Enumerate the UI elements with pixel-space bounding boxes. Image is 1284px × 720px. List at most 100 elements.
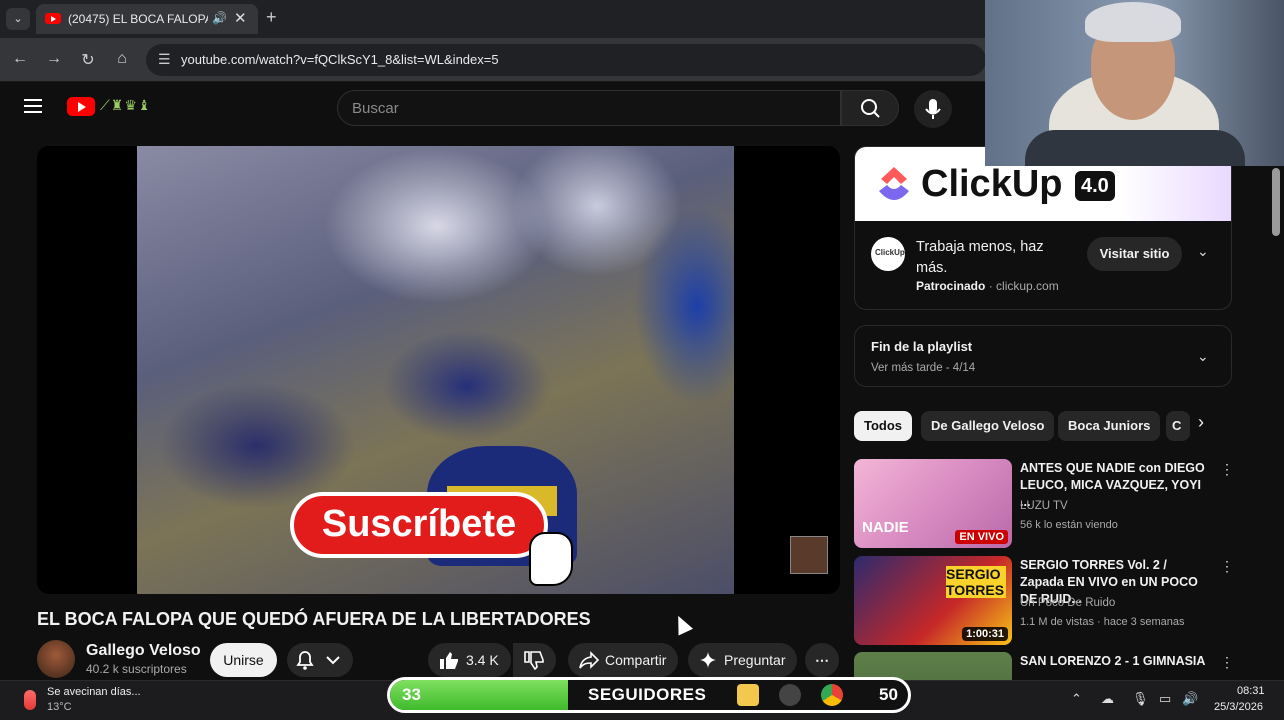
advertiser-avatar[interactable]: ClickUp [871, 237, 905, 271]
doodle-emoji-icon: ⟋♜♛♝ [100, 97, 152, 113]
related-video[interactable]: SERGIO TORRES 1:00:31 SERGIO TORRES Vol.… [854, 556, 1234, 646]
microphone-icon [925, 99, 941, 119]
search-placeholder: Buscar [352, 100, 399, 117]
subscribe-overlay: Suscríbete [290, 492, 548, 558]
video-thumbnail[interactable] [854, 652, 1012, 680]
back-icon[interactable]: ← [10, 50, 30, 68]
related-video[interactable]: NADIE EN VIVO ANTES QUE NADIE con DIEGO … [854, 459, 1234, 549]
search-input[interactable]: Buscar [337, 90, 841, 126]
advertiser-avatar-text: ClickUp [875, 248, 905, 257]
chevron-down-icon[interactable]: ⌄ [1197, 348, 1209, 365]
network-icon[interactable]: ▭ [1159, 691, 1171, 707]
chip-todos[interactable]: Todos [854, 411, 913, 441]
chip-boca-juniors[interactable]: Boca Juniors [1058, 411, 1161, 441]
related-video-meta: 56 k lo están viendo [1020, 519, 1118, 531]
follower-goal: 50 [879, 685, 898, 704]
follower-count: 33 [402, 685, 421, 704]
chip-partial[interactable]: C [1166, 411, 1190, 441]
video-thumbnail[interactable]: NADIE EN VIVO [854, 459, 1012, 548]
webcam-overlay [985, 0, 1284, 166]
thermometer-icon[interactable] [24, 690, 36, 710]
share-icon [579, 651, 600, 669]
playlist-panel[interactable]: Fin de la playlist Ver más tarde - 4/14 … [854, 325, 1232, 387]
related-video[interactable]: SAN LORENZO 2 - 1 GIMNASIA ⋮ [854, 652, 1232, 680]
volume-icon[interactable]: 🔊 [1182, 691, 1198, 707]
chevron-up-icon[interactable]: ⌃ [1071, 691, 1082, 707]
new-tab-button[interactable]: + [266, 7, 277, 28]
more-vert-icon[interactable]: ⋮ [1220, 461, 1234, 478]
home-icon[interactable]: ⌂ [112, 50, 132, 68]
thumbs-down-icon [524, 651, 544, 671]
share-label: Compartir [605, 652, 667, 668]
channel-watermark[interactable] [790, 536, 828, 574]
tab-search-dropdown[interactable]: ⌄ [6, 8, 30, 30]
dislike-button[interactable] [513, 643, 556, 677]
cloud-icon[interactable]: ☁ [1101, 691, 1114, 707]
video-thumbnail[interactable]: SERGIO TORRES 1:00:31 [854, 556, 1012, 645]
youtube-favicon-icon [45, 13, 61, 24]
sparkle-icon [700, 652, 716, 668]
thumbs-up-icon [440, 652, 458, 669]
ask-label: Preguntar [724, 652, 786, 668]
mouse-cursor-icon [670, 612, 694, 636]
ad-brand-name: ClickUp [921, 163, 1063, 205]
search-button[interactable] [841, 90, 899, 126]
duration-badge: 1:00:31 [962, 627, 1008, 641]
thumbnail-text: NADIE [862, 519, 909, 536]
browser-tab-active[interactable]: (20475) EL BOCA FALOPA Q 🔊 ✕ [36, 4, 258, 34]
chevron-right-icon[interactable]: › [1198, 412, 1204, 433]
chip-de-gallego-veloso[interactable]: De Gallego Veloso [921, 411, 1055, 441]
ad-sponsored-line: Patrocinado · clickup.com [916, 279, 1059, 293]
ad-card[interactable]: ClickUp 4.0 ClickUp Trabaja menos, haz m… [854, 146, 1232, 310]
forward-icon[interactable]: → [44, 50, 64, 68]
address-bar[interactable]: ☰ youtube.com/watch?v=fQClkScY1_8&list=W… [146, 44, 986, 76]
ask-button[interactable]: Preguntar [688, 643, 797, 677]
audio-playing-icon[interactable]: 🔊 [212, 11, 227, 25]
playlist-subtitle: Ver más tarde - 4/14 [871, 362, 976, 374]
obs-icon[interactable] [779, 684, 801, 706]
follower-goal-bar: 33 SEGUIDORES 50 [387, 677, 911, 713]
share-button[interactable]: Compartir [568, 643, 678, 677]
chevron-down-icon[interactable]: ⌄ [1197, 243, 1209, 260]
video-player[interactable]: Suscríbete [37, 146, 840, 594]
visit-site-button[interactable]: Visitar sitio [1087, 237, 1182, 271]
close-tab-icon[interactable]: ✕ [234, 9, 247, 27]
weather-temperature: 13°C [47, 701, 72, 713]
reload-icon[interactable]: ↻ [78, 50, 98, 70]
sidebar-scrollbar[interactable] [1272, 168, 1280, 236]
like-button[interactable]: 3.4 K [428, 643, 511, 677]
live-badge: EN VIVO [955, 530, 1008, 544]
subscriber-count: 40.2 k suscriptores [86, 662, 187, 676]
hamburger-menu-icon[interactable] [24, 99, 42, 113]
bell-icon [296, 651, 340, 670]
search-icon [861, 99, 880, 118]
youtube-logo-icon[interactable] [67, 97, 95, 116]
chrome-icon[interactable] [821, 684, 843, 706]
channel-name[interactable]: Gallego Veloso [86, 642, 201, 660]
ad-domain: · clickup.com [988, 279, 1059, 293]
clock-time[interactable]: 08:31 [1237, 685, 1265, 697]
follower-label: SEGUIDORES [588, 685, 707, 704]
ad-headline[interactable]: Trabaja menos, haz más. [916, 237, 1076, 279]
webcam-hair [1085, 2, 1181, 42]
join-button[interactable]: Unirse [210, 643, 277, 677]
clock-date[interactable]: 25/3/2026 [1214, 701, 1263, 713]
sponsored-label: Patrocinado [916, 279, 986, 293]
more-vert-icon[interactable]: ⋮ [1220, 654, 1232, 671]
voice-search-button[interactable] [914, 90, 952, 128]
clickup-logo-icon [879, 167, 909, 200]
url-text: youtube.com/watch?v=fQClkScY1_8&list=WL&… [181, 52, 499, 67]
file-explorer-icon[interactable] [737, 684, 759, 706]
channel-avatar[interactable] [37, 640, 75, 678]
video-title: EL BOCA FALOPA QUE QUEDÓ AFUERA DE LA LI… [37, 609, 591, 629]
thumbnail-text: SERGIO TORRES [946, 566, 1006, 598]
microphone-icon[interactable]: 🎙 [1132, 691, 1149, 707]
tab-title: (20475) EL BOCA FALOPA Q [68, 12, 208, 26]
more-vert-icon[interactable]: ⋮ [1220, 558, 1234, 575]
site-info-icon[interactable]: ☰ [158, 51, 171, 68]
related-video-channel: Un Poco De Ruido [1020, 597, 1116, 609]
more-actions-icon[interactable]: ⋯ [805, 643, 839, 677]
webcam-shirt [1025, 130, 1245, 166]
weather-text[interactable]: Se avecinan días... [47, 686, 141, 698]
notification-bell-button[interactable] [287, 643, 353, 677]
